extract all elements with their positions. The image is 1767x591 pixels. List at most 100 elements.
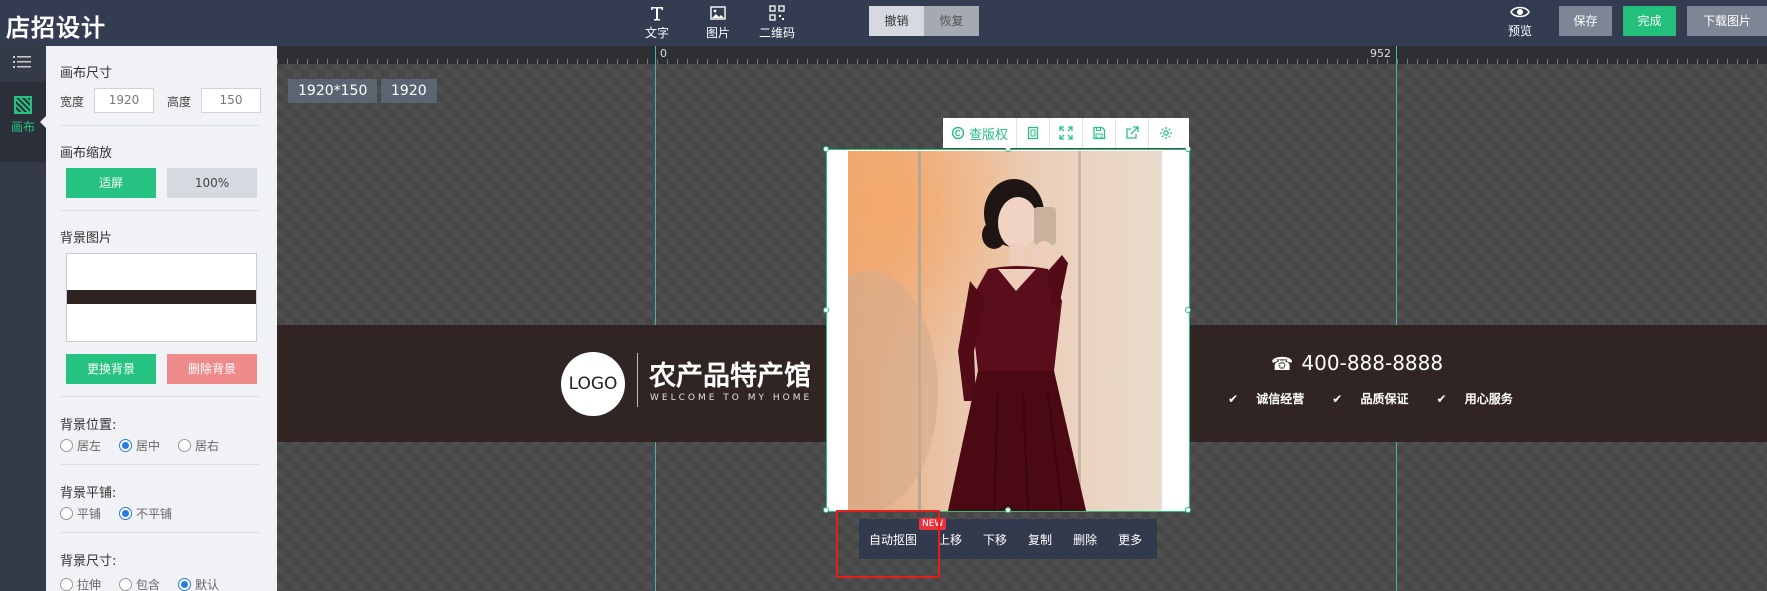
- more-button[interactable]: 更多: [1118, 531, 1142, 548]
- bg-tile-norepeat-radio[interactable]: 不平铺: [119, 505, 172, 522]
- photo-illustration: [848, 151, 1162, 511]
- canvas-tab-label: 画布: [10, 120, 35, 134]
- bg-size-contain-radio[interactable]: 包含: [119, 576, 160, 591]
- delete-button[interactable]: 删除: [1073, 531, 1097, 548]
- badge-honest: ✔ 诚信经营: [1228, 392, 1305, 406]
- save-button[interactable]: 保存: [1559, 6, 1612, 36]
- save-icon: [1093, 126, 1106, 140]
- copyright-icon: [951, 126, 965, 140]
- store-name-text[interactable]: 农产品特产馆: [649, 354, 811, 393]
- service-badges[interactable]: ✔ 诚信经营 ✔ 品质保证 ✔ 用心服务: [1228, 390, 1541, 407]
- phone-block[interactable]: ☎ 400-888-8888: [1271, 351, 1443, 375]
- bg-position-title: 背景位置:: [60, 418, 117, 433]
- resize-handle-bl[interactable]: [823, 507, 829, 513]
- badge-quality: ✔ 品质保证: [1332, 392, 1409, 406]
- save-element-button[interactable]: [1083, 118, 1117, 148]
- check-copyright-label: 查版权: [969, 127, 1009, 143]
- canvas-settings-panel: 画布尺寸 宽度 1920 高度 150 画布缩放 适屏 100% 背景图片 更换…: [46, 46, 277, 591]
- background-image-title: 背景图片: [60, 231, 113, 246]
- bg-position-center-radio[interactable]: 居中: [119, 437, 160, 454]
- model-photo: [848, 151, 1162, 511]
- bg-tile-title: 背景平铺:: [60, 486, 117, 501]
- preview-button[interactable]: 预览: [1500, 3, 1540, 39]
- horizontal-ruler: [277, 46, 1767, 64]
- check-icon: ✔: [1228, 392, 1239, 406]
- canvas-size-tag: 1920*150: [288, 79, 378, 103]
- bg-tile-repeat-radio[interactable]: 平铺: [60, 505, 101, 522]
- app-logo: 店招设计: [6, 14, 106, 42]
- done-button[interactable]: 完成: [1623, 6, 1676, 36]
- check-icon: ✔: [1436, 392, 1447, 406]
- check-copyright-button[interactable]: 查版权: [943, 118, 1018, 148]
- fit-screen-button[interactable]: 适屏: [66, 168, 156, 198]
- canvas-zoom-title: 画布缩放: [60, 146, 113, 161]
- phone-icon: ☎: [1271, 354, 1294, 375]
- add-qrcode-label: 二维码: [758, 26, 795, 40]
- logo-separator: [637, 353, 638, 407]
- delete-background-button[interactable]: 删除背景: [167, 354, 257, 384]
- bg-tile-options: 平铺 不平铺: [60, 505, 190, 522]
- add-text-tool[interactable]: 文字: [627, 4, 687, 41]
- resize-handle-tl[interactable]: [823, 146, 829, 152]
- resize-handle-b[interactable]: [1005, 507, 1011, 513]
- share-button[interactable]: [1116, 118, 1150, 148]
- add-image-label: 图片: [705, 26, 730, 40]
- design-workspace[interactable]: 0 952 1920*150 1920 LOGO 农产品特产馆 WELCOME …: [277, 46, 1767, 591]
- background-band: [67, 290, 256, 304]
- resize-handle-r[interactable]: [1185, 307, 1191, 313]
- bg-position-options: 居左 居中 居右: [60, 437, 237, 454]
- right-guide-line[interactable]: [1396, 46, 1397, 591]
- divider: [60, 210, 260, 211]
- badge-service: ✔ 用心服务: [1436, 392, 1513, 406]
- resize-handle-br[interactable]: [1185, 507, 1191, 513]
- share-icon: [1126, 126, 1139, 139]
- background-preview: [66, 253, 257, 342]
- left-icon-bar: 画布: [0, 46, 47, 591]
- width-input[interactable]: 1920: [94, 88, 154, 113]
- bg-position-right-radio[interactable]: 居右: [178, 437, 219, 454]
- ruler-mid-label: 952: [1370, 47, 1391, 60]
- text-icon: [651, 7, 663, 21]
- bg-size-options: 拉伸 包含 默认: [60, 576, 237, 591]
- canvas-icon: [14, 96, 32, 114]
- redo-button[interactable]: 恢复: [924, 6, 979, 36]
- preview-label: 预览: [1507, 24, 1532, 38]
- list-menu-icon[interactable]: [13, 54, 31, 70]
- selected-image-element[interactable]: [823, 146, 1191, 513]
- divider: [60, 396, 260, 397]
- change-background-button[interactable]: 更换背景: [66, 354, 156, 384]
- move-up-button[interactable]: 上移: [938, 531, 962, 548]
- undo-button[interactable]: 撤销: [869, 6, 924, 36]
- logo-placeholder[interactable]: LOGO: [561, 352, 625, 416]
- store-subtitle-text[interactable]: WELCOME TO MY HOME: [650, 393, 812, 403]
- highlight-box: [836, 510, 940, 578]
- canvas-size-title: 画布尺寸: [60, 66, 113, 81]
- download-image-button[interactable]: 下载图片: [1687, 6, 1767, 36]
- crop-button[interactable]: [1017, 118, 1051, 148]
- bg-position-left-radio[interactable]: 居左: [60, 437, 101, 454]
- add-image-tool[interactable]: 图片: [688, 4, 748, 41]
- add-text-label: 文字: [644, 26, 669, 40]
- height-input[interactable]: 150: [201, 88, 261, 113]
- bg-size-stretch-radio[interactable]: 拉伸: [60, 576, 101, 591]
- move-down-button[interactable]: 下移: [983, 531, 1007, 548]
- bg-size-default-radio[interactable]: 默认: [178, 576, 219, 591]
- resize-handle-l[interactable]: [823, 307, 829, 313]
- gear-icon: [1159, 127, 1172, 139]
- undo-redo-group: 撤销 恢复: [869, 6, 979, 36]
- width-label: 宽度: [60, 95, 85, 109]
- image-toolbar: 查版权: [943, 118, 1189, 148]
- phone-number: 400-888-8888: [1301, 351, 1444, 375]
- duplicate-button[interactable]: 复制: [1028, 531, 1052, 548]
- divider: [60, 532, 260, 533]
- top-toolbar: 店招设计 文字 图片 二维码 撤销 恢复 预览 保存 完成 下载图片: [0, 0, 1767, 46]
- bg-size-title: 背景尺寸:: [60, 554, 117, 569]
- crop-icon: [1027, 126, 1039, 140]
- left-guide-line[interactable]: [655, 46, 656, 591]
- expand-icon: [1059, 126, 1073, 140]
- qrcode-icon: [769, 5, 785, 21]
- settings-button[interactable]: [1149, 118, 1182, 148]
- fullscreen-button[interactable]: [1050, 118, 1084, 148]
- zoom-100-button[interactable]: 100%: [167, 168, 257, 198]
- add-qrcode-tool[interactable]: 二维码: [747, 4, 807, 41]
